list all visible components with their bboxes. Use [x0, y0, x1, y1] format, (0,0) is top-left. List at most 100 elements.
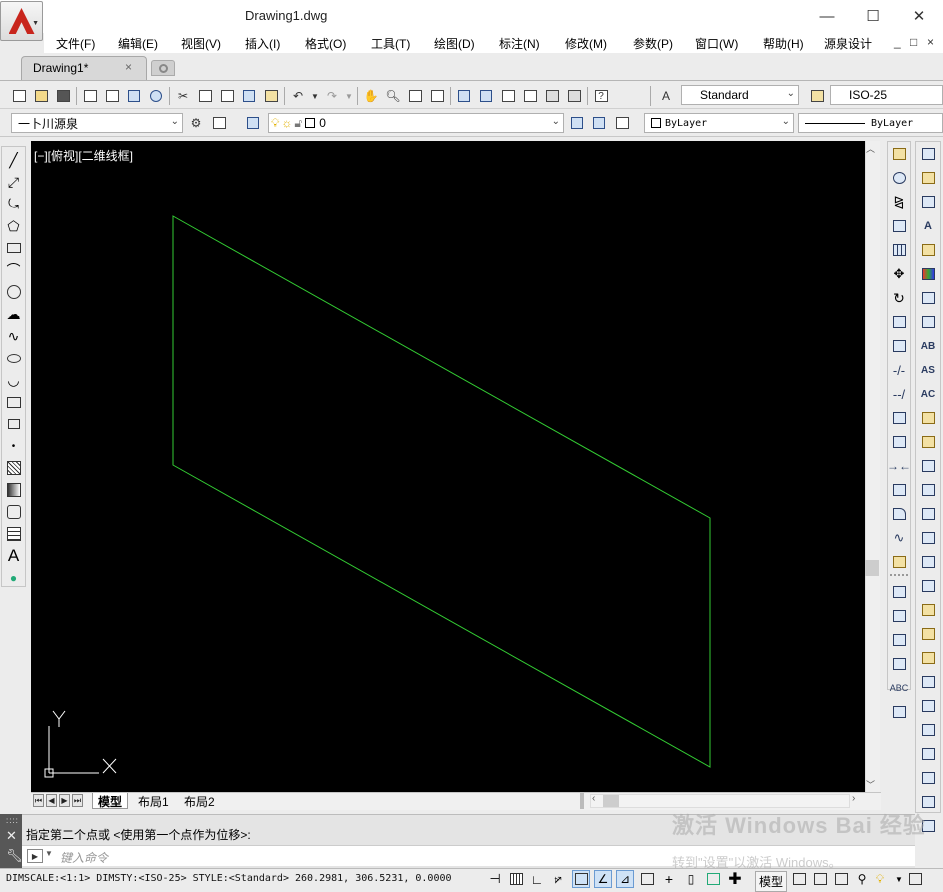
plot-icon[interactable]: [125, 87, 143, 105]
mdi-close-button[interactable]: ×: [927, 35, 934, 49]
object-snap-icon[interactable]: [572, 870, 590, 888]
circle-icon[interactable]: [3, 281, 25, 303]
spline-icon[interactable]: ∿: [3, 325, 25, 347]
print-icon[interactable]: [81, 87, 99, 105]
markup-icon[interactable]: [543, 87, 561, 105]
zoom-realtime-icon[interactable]: 🔍︎: [384, 87, 402, 105]
quick-properties-icon[interactable]: [704, 870, 722, 888]
revision-cloud-icon[interactable]: ☁︎: [3, 303, 25, 325]
yq-tool-6-icon[interactable]: [918, 264, 938, 284]
blend-curves-icon[interactable]: ∿: [889, 528, 909, 548]
grid-icon[interactable]: [507, 870, 525, 888]
lightbulb-icon[interactable]: 💡︎: [871, 870, 889, 888]
yq-tool-20-icon[interactable]: [918, 600, 938, 620]
insert-block-icon[interactable]: [3, 391, 25, 413]
rotate-icon[interactable]: ↻: [889, 288, 909, 308]
pan-icon[interactable]: ✋: [362, 87, 380, 105]
sheet-set-icon[interactable]: [521, 87, 539, 105]
copy-icon[interactable]: [196, 87, 214, 105]
infer-constraints-icon[interactable]: ⊣: [486, 870, 504, 888]
publish-icon[interactable]: [147, 87, 165, 105]
yq-ab-icon[interactable]: AB: [918, 336, 938, 356]
save-icon[interactable]: [54, 87, 72, 105]
yq-tool-2-icon[interactable]: [918, 168, 938, 188]
quick-view-drawings-icon[interactable]: [832, 870, 850, 888]
paste-icon[interactable]: [218, 87, 236, 105]
menu-insert[interactable]: 插入(I): [245, 35, 280, 52]
transparency-icon[interactable]: ▯: [682, 870, 700, 888]
clean-screen-icon[interactable]: [906, 870, 924, 888]
workspace-select[interactable]: 一卜川源泉 ⌄: [11, 113, 183, 133]
yq-text-icon[interactable]: A: [918, 216, 938, 236]
stretch-icon[interactable]: [889, 336, 909, 356]
chevron-down-icon[interactable]: ▼: [45, 849, 53, 858]
menu-help[interactable]: 帮助(H): [763, 35, 804, 52]
add-selected-icon[interactable]: ●: [3, 567, 25, 589]
maximize-button[interactable]: ☐: [850, 4, 896, 28]
new-file-icon[interactable]: [10, 87, 28, 105]
menu-edit[interactable]: 编辑(E): [118, 35, 158, 52]
yq-tool-21-icon[interactable]: [918, 624, 938, 644]
line-icon[interactable]: ╱: [3, 149, 25, 171]
application-menu-button[interactable]: ▼: [0, 1, 43, 41]
draw-order-front-icon[interactable]: [889, 582, 909, 602]
first-tab-icon[interactable]: ⏮: [33, 794, 44, 807]
customize-wrench-icon[interactable]: 🔧︎: [6, 848, 23, 864]
print-preview-icon[interactable]: [103, 87, 121, 105]
yq-tool-26-icon[interactable]: [918, 744, 938, 764]
scroll-right-icon[interactable]: ›: [852, 793, 855, 804]
prev-tab-icon[interactable]: ◀: [46, 794, 57, 807]
undo-dropdown-icon[interactable]: ▼: [311, 87, 319, 105]
parallelogram-shape[interactable]: [172, 215, 711, 768]
horizontal-scroll-thumb[interactable]: [603, 795, 619, 807]
yq-tool-18-icon[interactable]: [918, 552, 938, 572]
workspace-icon[interactable]: [210, 114, 228, 132]
hscroll-splitter[interactable]: [580, 793, 584, 809]
polyline-icon[interactable]: ⤿: [3, 193, 25, 215]
ellipse-icon[interactable]: [3, 347, 25, 369]
yq-tool-14-icon[interactable]: [918, 456, 938, 476]
yq-tool-3-icon[interactable]: [918, 192, 938, 212]
dim-style-select[interactable]: ISO-25: [830, 85, 943, 105]
yq-tool-8-icon[interactable]: [918, 312, 938, 332]
menu-yuanquan[interactable]: 源泉设计: [824, 35, 872, 52]
vertical-scrollbar[interactable]: [865, 141, 880, 794]
send-under-icon[interactable]: [889, 654, 909, 674]
next-tab-icon[interactable]: ▶: [59, 794, 70, 807]
menu-dimension[interactable]: 标注(N): [499, 35, 540, 52]
toolbar-grip[interactable]: [890, 574, 908, 580]
bring-above-icon[interactable]: [889, 630, 909, 650]
calculator-icon[interactable]: [565, 87, 583, 105]
help-icon[interactable]: ?: [592, 87, 610, 105]
explode-icon[interactable]: [889, 552, 909, 572]
model-layout-icon[interactable]: [790, 870, 808, 888]
tab-layout1[interactable]: 布局1: [133, 793, 174, 809]
fillet-icon[interactable]: [889, 504, 909, 524]
workspace-settings-icon[interactable]: ⚙: [187, 114, 205, 132]
lineweight-icon[interactable]: +: [660, 870, 678, 888]
tab-close-icon[interactable]: ×: [125, 60, 132, 74]
menu-file[interactable]: 文件(F): [56, 35, 95, 52]
scroll-down-icon[interactable]: ﹀: [866, 778, 875, 791]
menu-view[interactable]: 视图(V): [181, 35, 221, 52]
properties-icon[interactable]: [455, 87, 473, 105]
zoom-window-icon[interactable]: [406, 87, 424, 105]
minimize-button[interactable]: —: [804, 4, 850, 28]
scroll-up-icon[interactable]: ︿: [866, 142, 875, 155]
tab-layout2[interactable]: 布局2: [179, 793, 220, 809]
snap-tracking-icon[interactable]: ∠: [594, 870, 612, 888]
make-block-icon[interactable]: [3, 413, 25, 435]
menu-parameters[interactable]: 参数(P): [633, 35, 673, 52]
gradient-icon[interactable]: [3, 479, 25, 501]
undo-icon[interactable]: ↶: [289, 87, 307, 105]
scale-icon[interactable]: [889, 312, 909, 332]
yq-tool-19-icon[interactable]: [918, 576, 938, 596]
tool-palettes-icon[interactable]: [499, 87, 517, 105]
viewport-controls-label[interactable]: [−][俯视][二维线框]: [34, 147, 133, 164]
yq-tool-5-icon[interactable]: [918, 240, 938, 260]
extend-icon[interactable]: --/: [889, 384, 909, 404]
linetype-select[interactable]: ByLayer: [798, 113, 943, 133]
menu-modify[interactable]: 修改(M): [565, 35, 607, 52]
yq-tool-15-icon[interactable]: [918, 480, 938, 500]
open-file-icon[interactable]: [32, 87, 50, 105]
